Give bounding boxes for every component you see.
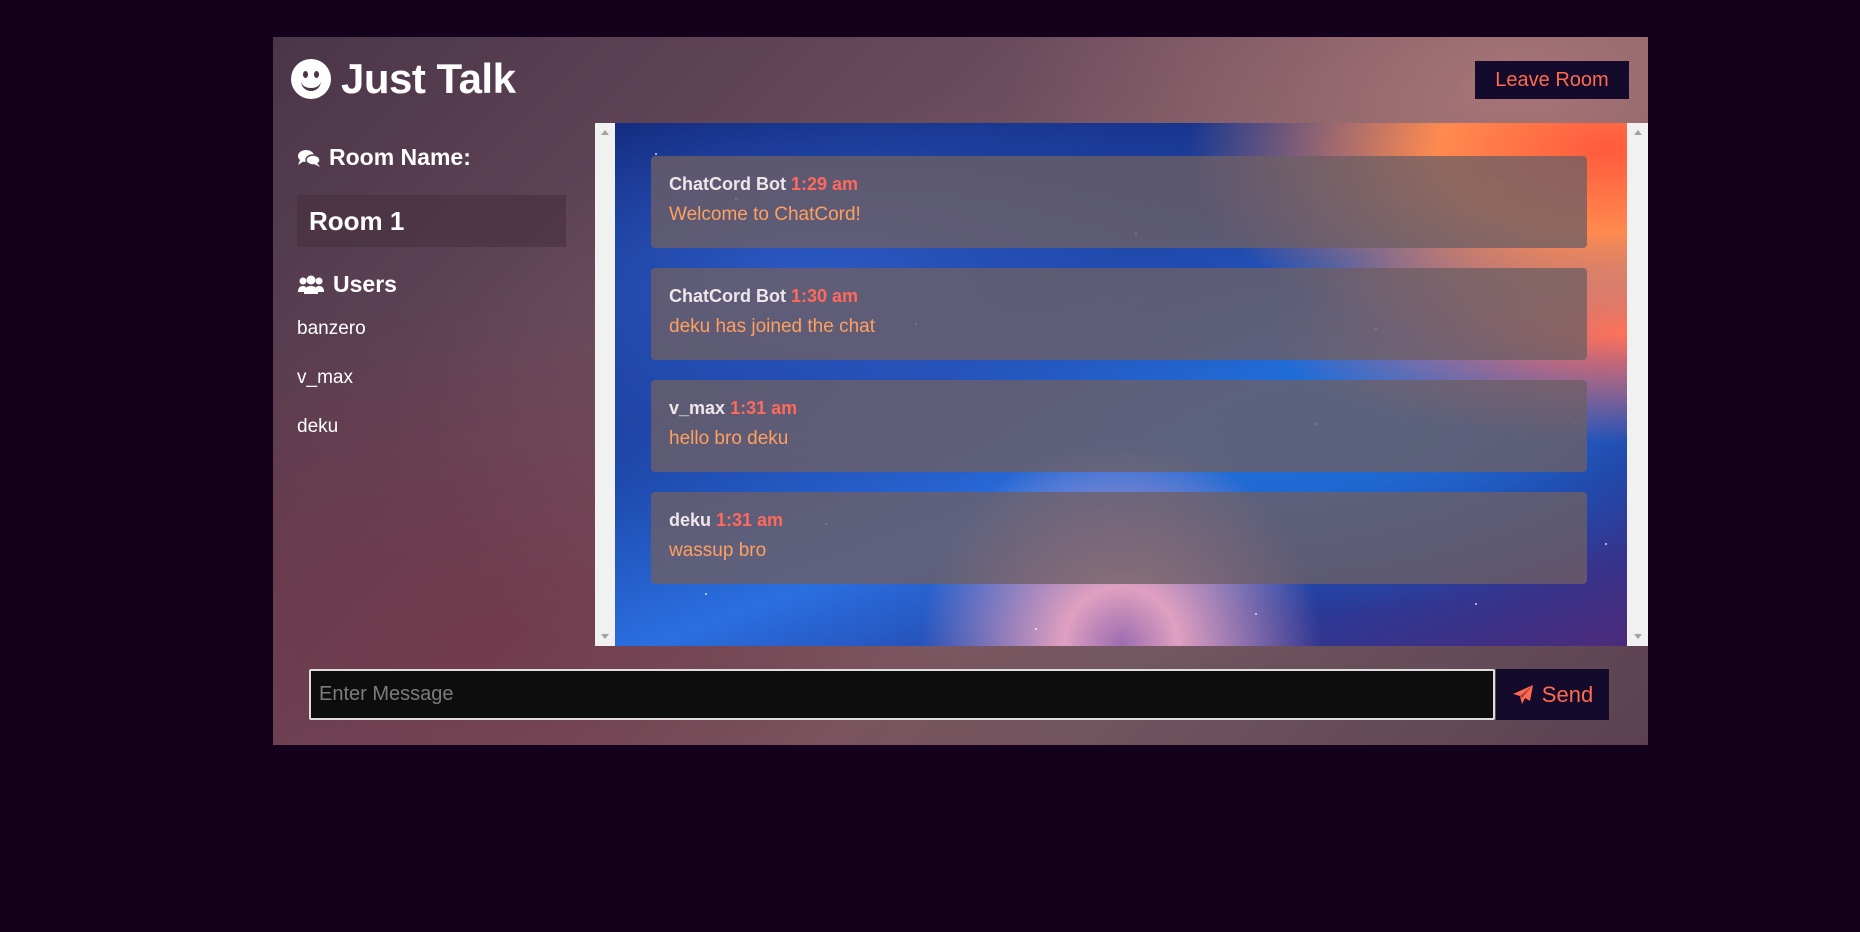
user-item: deku: [297, 416, 339, 437]
comments-icon: [298, 149, 321, 167]
scroll-down-arrow-icon[interactable]: [1634, 634, 1642, 639]
scroll-down-arrow-icon[interactable]: [601, 634, 609, 639]
scroll-up-arrow-icon[interactable]: [601, 130, 609, 135]
message-text: hello bro deku: [669, 428, 789, 449]
message-author: deku: [669, 509, 712, 530]
message-text: wassup bro: [669, 540, 767, 561]
message-item: deku 1:31 am wassup bro: [651, 492, 1587, 584]
message-item: ChatCord Bot 1:30 am deku has joined the…: [651, 268, 1587, 360]
user-item: banzero: [297, 318, 366, 339]
app-title: Just Talk: [341, 55, 516, 102]
users-heading: Users: [297, 271, 577, 298]
smiley-icon: [291, 59, 331, 99]
leave-room-button[interactable]: Leave Room: [1475, 61, 1629, 99]
chat-background: ChatCord Bot 1:29 am Welcome to ChatCord…: [615, 123, 1627, 646]
message-text: deku has joined the chat: [669, 316, 875, 337]
message-time: 1:31 am: [716, 509, 784, 530]
user-list: banzero v_max deku: [297, 318, 577, 467]
right-scrollbar[interactable]: [1628, 123, 1648, 646]
header: Just Talk Leave Room: [273, 37, 1648, 122]
room-name-label: Room Name:: [329, 144, 471, 170]
message-author: v_max: [669, 397, 726, 418]
message-author: ChatCord Bot: [669, 173, 786, 194]
paper-plane-icon: [1512, 684, 1533, 704]
room-name-heading: Room Name:: [297, 144, 577, 171]
scroll-up-arrow-icon[interactable]: [1634, 130, 1642, 135]
chat-messages-panel[interactable]: ChatCord Bot 1:29 am Welcome to ChatCord…: [595, 123, 1648, 646]
message-item: ChatCord Bot 1:29 am Welcome to ChatCord…: [651, 156, 1587, 248]
users-icon: [298, 275, 324, 294]
message-time: 1:29 am: [790, 173, 859, 194]
message-time: 1:30 am: [790, 285, 859, 306]
message-input[interactable]: [309, 669, 1495, 720]
message-text: Welcome to ChatCord!: [669, 204, 861, 225]
message-item: v_max 1:31 am hello bro deku: [651, 380, 1587, 472]
message-time: 1:31 am: [730, 397, 798, 418]
chat-app: Just Talk Leave Room Room Name: Room 1 U…: [273, 37, 1648, 745]
sidebar: Room Name: Room 1 Users banzero v_max de…: [297, 144, 577, 467]
user-item: v_max: [297, 367, 353, 388]
message-compose-form: Send: [309, 669, 1609, 720]
logo: Just Talk: [291, 55, 516, 103]
room-name-value: Room 1: [297, 195, 566, 247]
users-label: Users: [333, 271, 397, 297]
send-button[interactable]: Send: [1496, 669, 1609, 720]
left-scrollbar[interactable]: [595, 123, 615, 646]
message-author: ChatCord Bot: [669, 285, 786, 306]
send-label: Send: [1541, 681, 1594, 707]
